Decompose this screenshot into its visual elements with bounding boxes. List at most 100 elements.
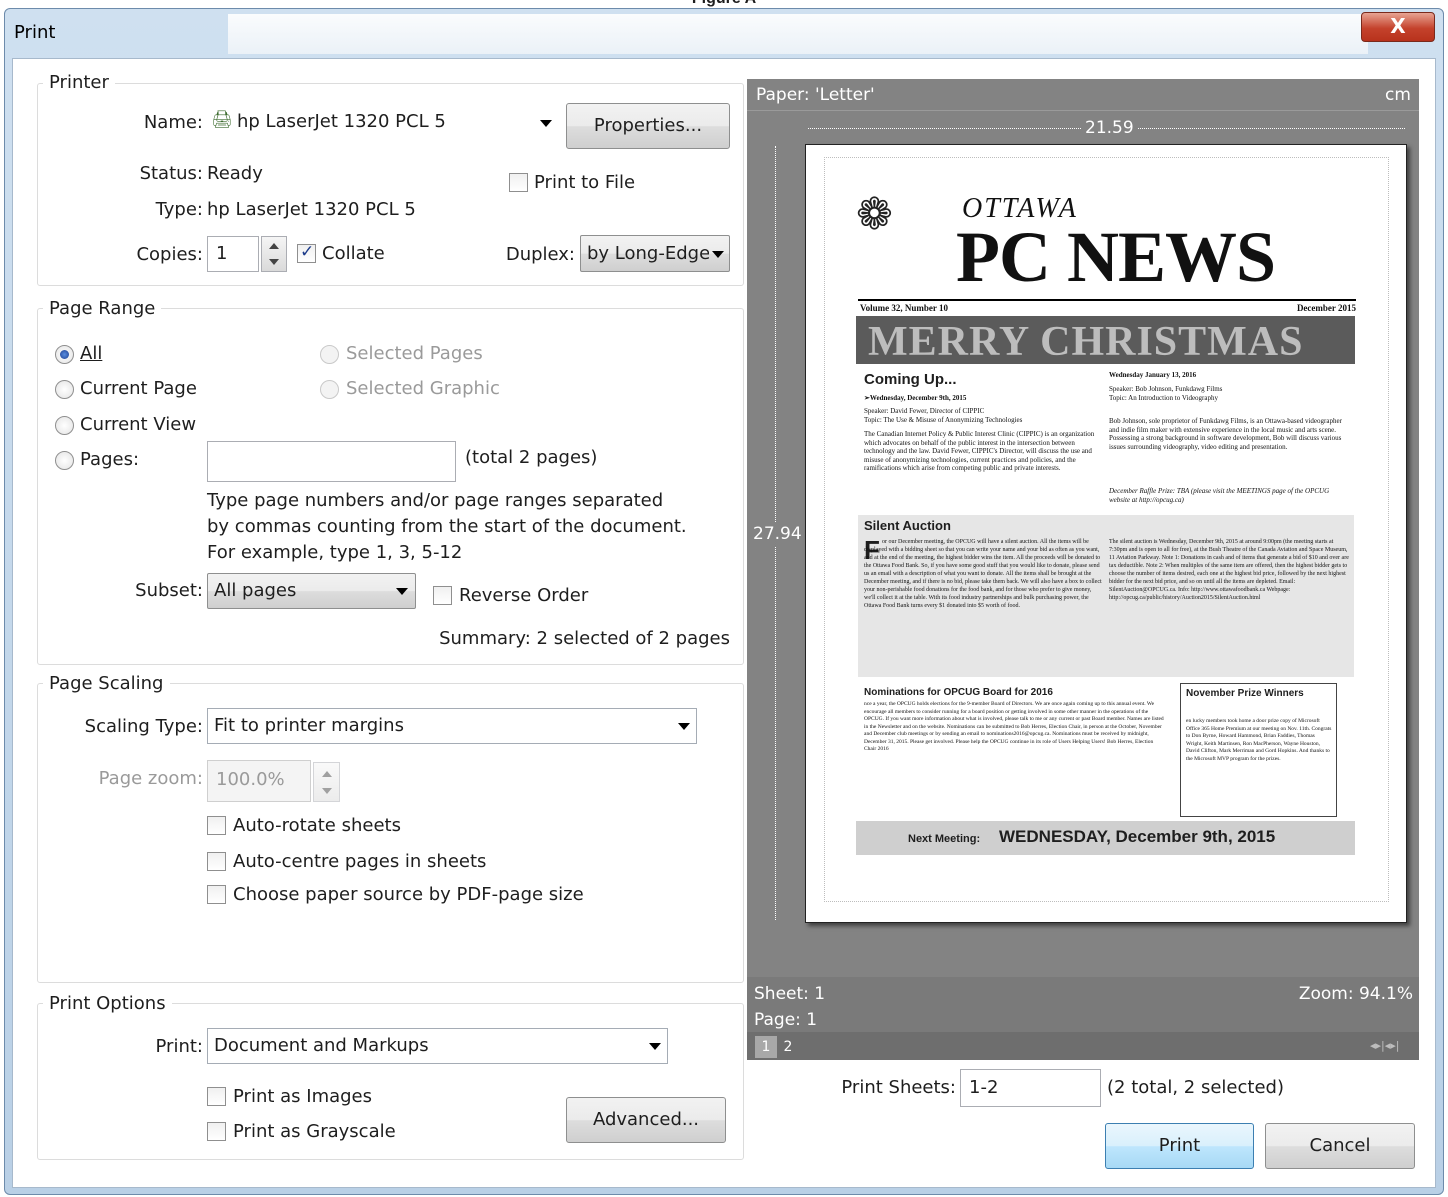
print-as-images-checkbox[interactable]: [207, 1087, 226, 1106]
selected-pages-radio[interactable]: [320, 345, 339, 364]
print-button[interactable]: Print: [1105, 1123, 1254, 1169]
printer-legend: Printer: [43, 72, 115, 93]
coming-up-heading: Coming Up...: [864, 371, 957, 388]
printer-name-label: Name:: [143, 112, 203, 133]
height-dimension-value: 27.94: [753, 522, 802, 546]
print-options-legend: Print Options: [43, 993, 172, 1014]
pages-label: Pages:: [80, 449, 140, 470]
all-label: All: [80, 343, 103, 364]
collate-label: Collate: [322, 243, 385, 264]
wreath-logo: ❁: [856, 189, 893, 240]
collate-checkbox[interactable]: [297, 242, 316, 263]
auto-rotate-checkbox[interactable]: [207, 816, 226, 835]
scaling-type-label: Scaling Type:: [84, 716, 203, 737]
print-as-grayscale-checkbox[interactable]: [207, 1122, 226, 1141]
page-tabs-bar: [747, 1032, 1419, 1060]
masthead-big: PC NEWS: [956, 217, 1276, 297]
auto-centre-checkbox[interactable]: [207, 852, 226, 871]
pages-input[interactable]: [207, 441, 456, 482]
right-body: Bob Johnson, sole proprietor of Funkdawg…: [1109, 417, 1342, 451]
type-label: Type:: [155, 199, 203, 220]
selected-graphic-label: Selected Graphic: [346, 378, 500, 399]
duplex-select[interactable]: by Long-Edge: [580, 235, 730, 272]
tab-scroll-icon[interactable]: ◂▸|◂▸|: [1370, 1039, 1400, 1052]
chevron-down-icon: [396, 588, 408, 595]
copies-input[interactable]: 1: [207, 236, 259, 272]
nominations-heading: Nominations for OPCUG Board for 2016: [864, 687, 1053, 698]
next-meeting-value: WEDNESDAY, December 9th, 2015: [999, 827, 1276, 846]
window-title: Print: [14, 22, 56, 43]
page-range-help-text: Type page numbers and/or page ranges sep…: [207, 490, 687, 563]
prize-heading: November Prize Winners: [1186, 688, 1304, 699]
subset-value: All pages: [214, 580, 297, 601]
sheets-summary: (2 total, 2 selected): [1107, 1077, 1284, 1098]
prize-body: en lucky members took home a door prize …: [1186, 718, 1332, 762]
copies-spinner[interactable]: [261, 236, 287, 272]
type-value: hp LaserJet 1320 PCL 5: [207, 199, 416, 220]
advanced-button[interactable]: Advanced...: [566, 1097, 726, 1143]
paper-source-label: Choose paper source by PDF-page size: [233, 884, 584, 905]
printer-name-value: hp LaserJet 1320 PCL 5: [237, 111, 446, 132]
status-label: Status:: [139, 163, 203, 184]
pages-radio[interactable]: [55, 451, 74, 470]
total-pages-text: (total 2 pages): [465, 447, 598, 468]
current-page-radio[interactable]: [55, 380, 74, 399]
right-date: Wednesday January 13, 2016: [1109, 371, 1197, 379]
printer-name-select[interactable]: 🖨 hp LaserJet 1320 PCL 5: [207, 106, 562, 141]
title-bar-glass: [228, 14, 1368, 54]
print-as-images-label: Print as Images: [233, 1086, 373, 1107]
properties-button[interactable]: Properties...: [566, 103, 730, 149]
current-view-label: Current View: [80, 414, 197, 435]
print-what-select[interactable]: Document and Markups: [207, 1028, 668, 1064]
preview-divider: [747, 110, 1419, 111]
spin-down-icon: [322, 788, 332, 794]
width-dimension-value: 21.59: [1081, 118, 1138, 138]
issue-date: December 2015: [1296, 303, 1356, 313]
masthead-rule: [858, 299, 1356, 301]
speaker-2: Speaker: Bob Johnson, Funkdawg Films: [1109, 385, 1223, 393]
page-tab-2[interactable]: 2: [777, 1036, 799, 1058]
reverse-order-checkbox[interactable]: [433, 586, 452, 605]
print-what-label: Print:: [155, 1036, 203, 1057]
paper-size-label: Paper: 'Letter': [756, 85, 875, 105]
page-zoom-spinner[interactable]: [313, 762, 340, 802]
preview-page: ❁ OTTAWA PC NEWS Volume 32, Number 10 De…: [805, 144, 1407, 923]
page-range-summary: Summary: 2 selected of 2 pages: [439, 628, 730, 649]
coming-body: The Canadian Internet Policy & Public In…: [864, 430, 1095, 472]
paper-source-checkbox[interactable]: [207, 885, 226, 904]
auto-rotate-label: Auto-rotate sheets: [233, 815, 401, 836]
spin-up-icon: [269, 243, 279, 249]
speaker-1: Speaker: David Fewer, Director of CIPPIC: [864, 407, 985, 415]
close-button[interactable]: X: [1361, 12, 1435, 42]
topic-2: Topic: An Introduction to Videography: [1109, 394, 1218, 402]
subset-label: Subset:: [135, 580, 203, 601]
auto-centre-label: Auto-centre pages in sheets: [233, 851, 487, 872]
topic-1: Topic: The Use & Misuse of Anonymizing T…: [864, 416, 1023, 424]
selected-graphic-radio[interactable]: [320, 380, 339, 399]
subset-select[interactable]: All pages: [207, 573, 416, 609]
chevron-down-icon: [678, 723, 690, 730]
print-what-value: Document and Markups: [214, 1035, 429, 1056]
duplex-label: Duplex:: [505, 244, 575, 265]
print-sheets-input[interactable]: 1-2: [960, 1069, 1101, 1107]
copies-label: Copies:: [136, 244, 203, 265]
silent-body-right: The silent auction is Wednesday, Decembe…: [1109, 539, 1349, 601]
page-range-legend: Page Range: [43, 298, 162, 319]
selected-pages-label: Selected Pages: [346, 343, 483, 364]
reverse-order-label: Reverse Order: [459, 585, 589, 606]
scaling-type-select[interactable]: Fit to printer margins: [207, 708, 697, 744]
page-zoom-input[interactable]: 100.0%: [207, 760, 311, 802]
chevron-down-icon: [712, 251, 724, 258]
print-to-file-checkbox[interactable]: [509, 173, 528, 192]
zoom-label: Zoom: 94.1%: [1298, 984, 1413, 1004]
silent-auction-heading: Silent Auction: [864, 518, 951, 533]
all-radio[interactable]: [55, 345, 74, 364]
christmas-banner: MERRY CHRISTMAS: [856, 316, 1355, 364]
printer-icon: 🖨: [211, 110, 233, 130]
print-as-grayscale-label: Print as Grayscale: [233, 1121, 396, 1142]
current-view-radio[interactable]: [55, 416, 74, 435]
page-tab-1[interactable]: 1: [755, 1036, 777, 1058]
page-scaling-legend: Page Scaling: [43, 673, 170, 694]
cancel-button[interactable]: Cancel: [1265, 1123, 1415, 1169]
next-meeting-label: Next Meeting:: [908, 833, 981, 845]
